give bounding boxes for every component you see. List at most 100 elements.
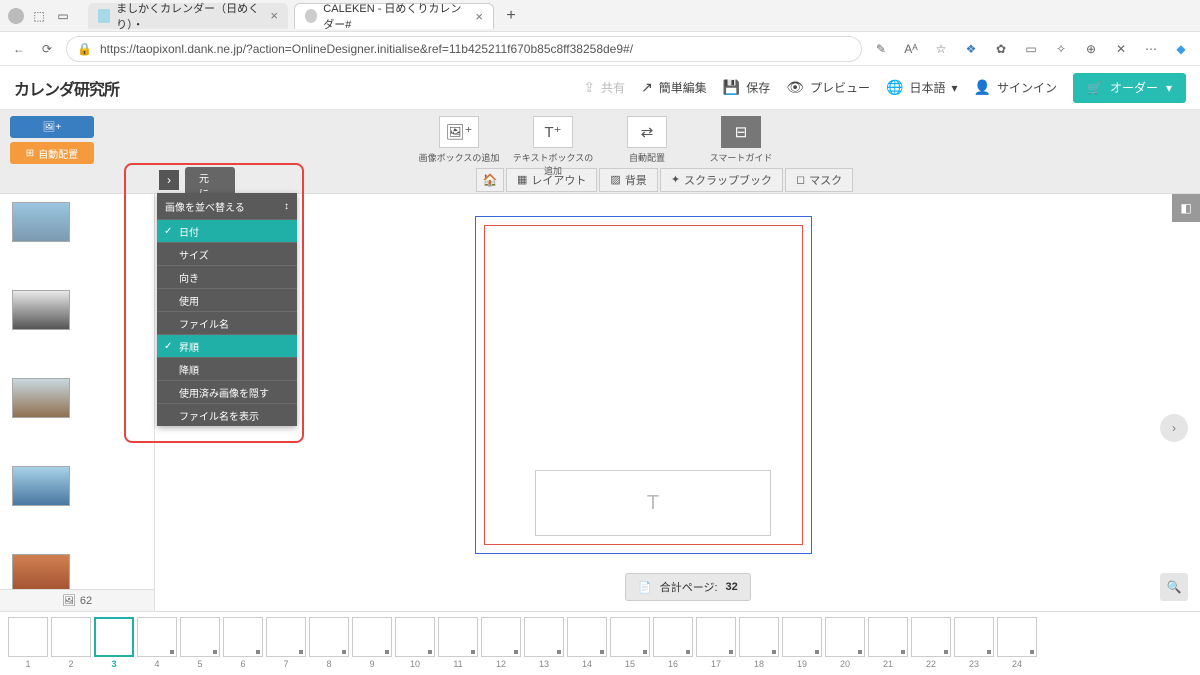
sort-menu: 画像を並べ替える↕ 日付 サイズ 向き 使用 ファイル名 昇順 降順 使用済み画… (157, 193, 297, 426)
calendar-page[interactable]: T (475, 216, 812, 554)
save-button[interactable]: 💾保存 (723, 79, 770, 96)
auto-layout-quick-button[interactable]: ⊞自動配置 (10, 142, 94, 164)
easy-edit-button[interactable]: ↗簡単編集 (641, 79, 707, 96)
page-thumb-24[interactable]: 24 (997, 617, 1037, 669)
tool-row: 🖼+ ⊞自動配置 🖼⁺画像ボックスの追加 T⁺テキストボックスの追加 ⇄自動配置… (0, 110, 1200, 166)
zoom-button[interactable]: 🔍 (1160, 573, 1188, 601)
page-thumb-11[interactable]: 11 (438, 617, 478, 669)
right-panel-toggle[interactable]: ◧ (1172, 194, 1200, 222)
page-thumb-10[interactable]: 10 (395, 617, 435, 669)
page-thumbnails: 123456789101112131415161718192021222324 (0, 611, 1200, 673)
layout-icon: ⊞ (26, 148, 34, 159)
page-thumb-1[interactable]: 1 (8, 617, 48, 669)
auto-layout-button[interactable]: ⇄自動配置 (606, 116, 688, 177)
tab-title: CALEKEN - 日めくりカレンダー# (323, 0, 469, 32)
page-thumb-5[interactable]: 5 (180, 617, 220, 669)
page-thumb-14[interactable]: 14 (567, 617, 607, 669)
page-thumb-21[interactable]: 21 (868, 617, 908, 669)
image-thumbnail[interactable] (12, 202, 70, 242)
image-thumbnail[interactable] (12, 378, 70, 418)
favicon-icon (305, 9, 317, 23)
new-tab-button[interactable]: + (500, 5, 522, 27)
tab-title: ましかくカレンダー（日めくり）・ (116, 0, 264, 32)
page-thumb-3[interactable]: 3 (94, 617, 134, 669)
page-thumb-6[interactable]: 6 (223, 617, 263, 669)
page-thumb-15[interactable]: 15 (610, 617, 650, 669)
star-icon[interactable]: ☆ (932, 40, 950, 58)
browser-tab-2[interactable]: CALEKEN - 日めくりカレンダー# × (294, 3, 494, 29)
sort-by-orientation[interactable]: 向き (157, 265, 297, 288)
page-count-badge: 📄 合計ページ: 32 (625, 573, 751, 601)
sort-by-filename[interactable]: ファイル名 (157, 311, 297, 334)
language-selector[interactable]: 🌐日本語▾ (886, 79, 957, 96)
copilot-icon[interactable]: ◆ (1172, 40, 1190, 58)
page-thumb-2[interactable]: 2 (51, 617, 91, 669)
page-thumb-19[interactable]: 19 (782, 617, 822, 669)
edit-icon[interactable]: ✎ (872, 40, 890, 58)
extension-icon[interactable]: ✿ (992, 40, 1010, 58)
tab-mask[interactable]: ◻マスク (785, 168, 853, 192)
extension-icon[interactable]: ❖ (962, 40, 980, 58)
page-thumb-17[interactable]: 17 (696, 617, 736, 669)
tabs-icon[interactable]: ▭ (54, 7, 72, 25)
page-thumb-16[interactable]: 16 (653, 617, 693, 669)
add-image-quick-button[interactable]: 🖼+ (10, 116, 94, 138)
sort-desc[interactable]: 降順 (157, 357, 297, 380)
canvas-area: ◧ T › 🔍 📄 合計ページ: 32 (155, 194, 1200, 611)
smart-guide-button[interactable]: ⊟スマートガイド (700, 116, 782, 177)
chevron-right-icon: › (1172, 421, 1176, 435)
cart-icon: 🛒 (1087, 81, 1102, 95)
page-thumb-23[interactable]: 23 (954, 617, 994, 669)
add-imagebox-button[interactable]: 🖼⁺画像ボックスの追加 (418, 116, 500, 177)
app-header: カレンダ研究所 ⇪共有 ↗簡単編集 💾保存 👁プレビュー 🌐日本語▾ 👤サインイ… (0, 66, 1200, 110)
order-button[interactable]: 🛒オーダー▾ (1073, 73, 1186, 103)
next-page-button[interactable]: › (1160, 414, 1188, 442)
preview-button[interactable]: 👁プレビュー (786, 79, 870, 96)
url-input[interactable]: 🔒 https://taopixonl.dank.ne.jp/?action=O… (66, 36, 862, 62)
close-icon[interactable]: × (475, 9, 483, 24)
close-icon[interactable]: × (270, 8, 278, 23)
sort-asc[interactable]: 昇順 (157, 334, 297, 357)
page-thumb-8[interactable]: 8 (309, 617, 349, 669)
share-button[interactable]: ⇪共有 (583, 79, 625, 96)
text-frame[interactable]: T (535, 470, 771, 536)
more-icon[interactable]: ⋯ (1142, 40, 1160, 58)
globe-icon: 🌐 (886, 79, 903, 96)
workspace-icon[interactable]: ⬚ (30, 7, 48, 25)
sort-menu-header: 画像を並べ替える↕ (157, 193, 297, 219)
signin-button[interactable]: 👤サインイン (974, 79, 1057, 96)
url-text: https://taopixonl.dank.ne.jp/?action=Onl… (100, 42, 633, 56)
image-thumbnail[interactable] (12, 290, 70, 330)
back-icon[interactable]: ← (10, 40, 28, 58)
add-textbox-button[interactable]: T⁺テキストボックスの追加 (512, 116, 594, 177)
panel-collapse-button[interactable]: › (159, 170, 179, 190)
collections-icon[interactable]: ▭ (1022, 40, 1040, 58)
text-size-icon[interactable]: Aᴬ (902, 40, 920, 58)
extension-icon[interactable]: ✕ (1112, 40, 1130, 58)
page-thumb-13[interactable]: 13 (524, 617, 564, 669)
page-thumb-12[interactable]: 12 (481, 617, 521, 669)
pages-icon: 📄 (638, 581, 652, 594)
profile-icon[interactable] (8, 8, 24, 24)
browser-tab-1[interactable]: ましかくカレンダー（日めくり）・ × (88, 3, 288, 29)
show-filename-toggle[interactable]: ファイル名を表示 (157, 403, 297, 426)
sort-by-usage[interactable]: 使用 (157, 288, 297, 311)
page-thumb-9[interactable]: 9 (352, 617, 392, 669)
extensions-icon[interactable]: ⊕ (1082, 40, 1100, 58)
image-thumbnail[interactable] (12, 554, 70, 594)
refresh-icon[interactable]: ⟳ (38, 40, 56, 58)
sort-by-date[interactable]: 日付 (157, 219, 297, 242)
zoom-in-icon: 🔍 (1167, 580, 1182, 594)
page-thumb-7[interactable]: 7 (266, 617, 306, 669)
sort-by-size[interactable]: サイズ (157, 242, 297, 265)
hide-used-toggle[interactable]: 使用済み画像を隠す (157, 380, 297, 403)
page-thumb-20[interactable]: 20 (825, 617, 865, 669)
text-plus-icon: T⁺ (544, 123, 561, 141)
image-thumbnail[interactable] (12, 466, 70, 506)
page-thumb-4[interactable]: 4 (137, 617, 177, 669)
save-icon: 💾 (723, 79, 740, 96)
user-icon: 👤 (974, 79, 991, 96)
page-thumb-22[interactable]: 22 (911, 617, 951, 669)
page-thumb-18[interactable]: 18 (739, 617, 779, 669)
favorites-icon[interactable]: ✧ (1052, 40, 1070, 58)
